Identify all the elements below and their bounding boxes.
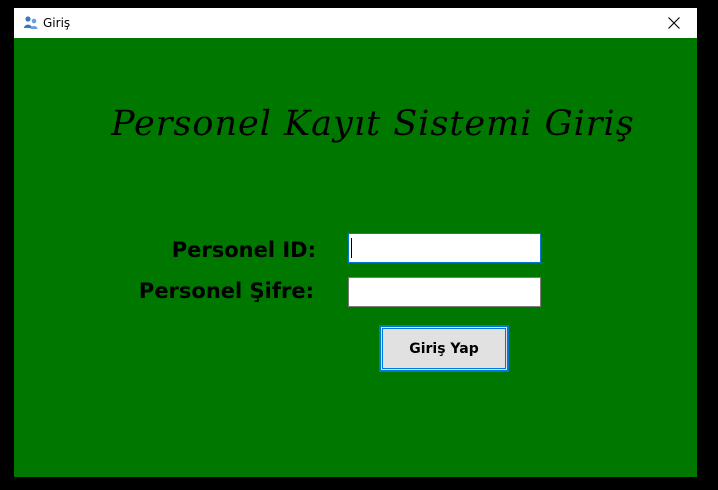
close-button[interactable] bbox=[651, 8, 697, 38]
login-button[interactable]: Giriş Yap bbox=[379, 325, 509, 372]
title-bar[interactable]: Giriş bbox=[14, 8, 697, 38]
users-app-icon bbox=[23, 15, 39, 31]
text-caret bbox=[351, 238, 352, 258]
personel-password-input[interactable] bbox=[348, 277, 541, 307]
page-title: Personel Kayıt Sistemi Giriş bbox=[111, 104, 635, 144]
personel-id-label: Personel ID: bbox=[171, 238, 316, 262]
login-form-panel: Personel Kayıt Sistemi Giriş Personel ID… bbox=[14, 38, 697, 477]
close-icon bbox=[668, 14, 680, 33]
personel-password-label: Personel Şifre: bbox=[138, 279, 314, 303]
window-title: Giriş bbox=[43, 16, 71, 30]
login-window: Giriş Personel Kayıt Sistemi Giriş Perso… bbox=[14, 8, 697, 477]
personel-id-input[interactable] bbox=[348, 233, 541, 263]
